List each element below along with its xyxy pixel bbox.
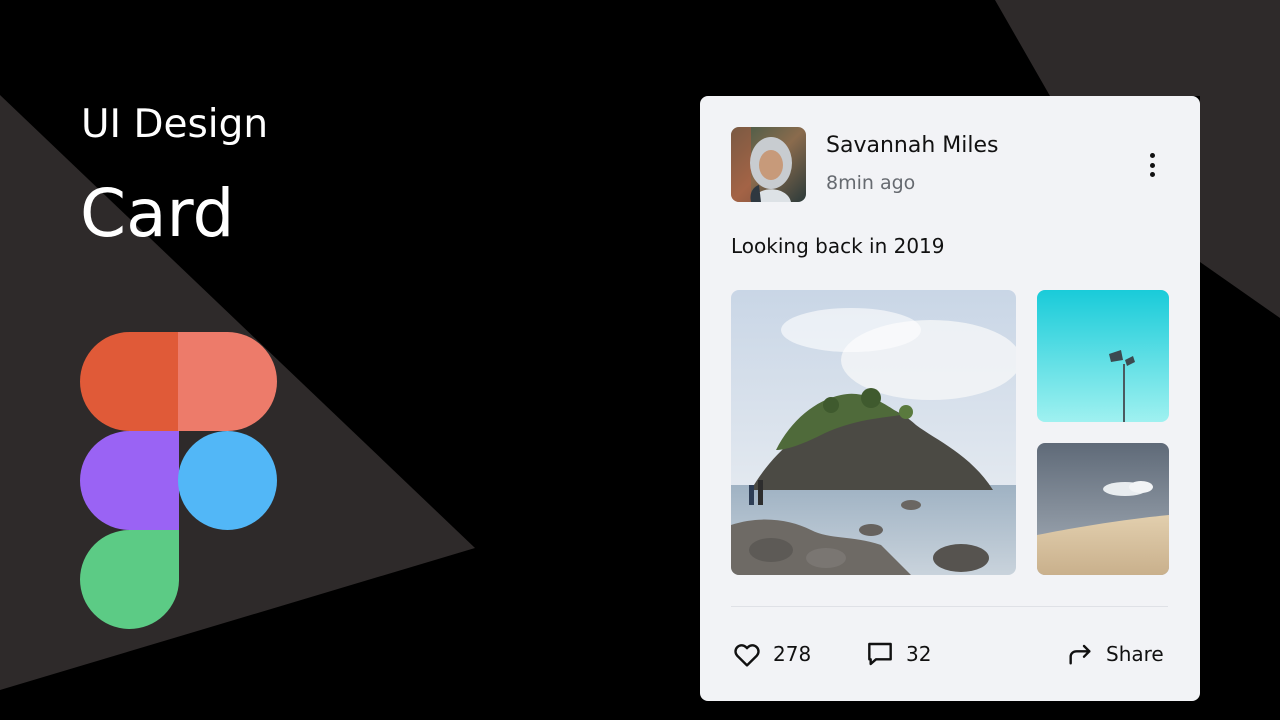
page-subtitle: UI Design bbox=[81, 102, 269, 147]
page-title: Card bbox=[80, 175, 235, 252]
comment-icon bbox=[868, 642, 892, 666]
more-vertical-icon[interactable] bbox=[1140, 150, 1164, 180]
comment-button[interactable]: 32 bbox=[864, 636, 931, 672]
post-card: Savannah Miles 8min ago Looking back in … bbox=[700, 96, 1200, 701]
share-button[interactable]: Share bbox=[1064, 636, 1164, 672]
lamp-post-photo[interactable] bbox=[1037, 290, 1169, 422]
sand-dune-photo[interactable] bbox=[1037, 443, 1169, 575]
comment-count: 32 bbox=[906, 642, 932, 666]
post-text: Looking back in 2019 bbox=[731, 234, 945, 258]
divider bbox=[731, 606, 1168, 607]
like-count: 278 bbox=[773, 642, 812, 666]
post-timestamp: 8min ago bbox=[826, 172, 916, 194]
heart-icon bbox=[734, 644, 760, 667]
figma-logo-icon bbox=[80, 332, 277, 629]
author-name[interactable]: Savannah Miles bbox=[826, 132, 998, 160]
share-arrow-icon bbox=[1069, 644, 1091, 665]
like-button[interactable]: 278 bbox=[731, 636, 811, 672]
share-label: Share bbox=[1106, 642, 1164, 666]
avatar[interactable] bbox=[731, 127, 806, 202]
rocky-island-photo[interactable] bbox=[731, 290, 1016, 575]
